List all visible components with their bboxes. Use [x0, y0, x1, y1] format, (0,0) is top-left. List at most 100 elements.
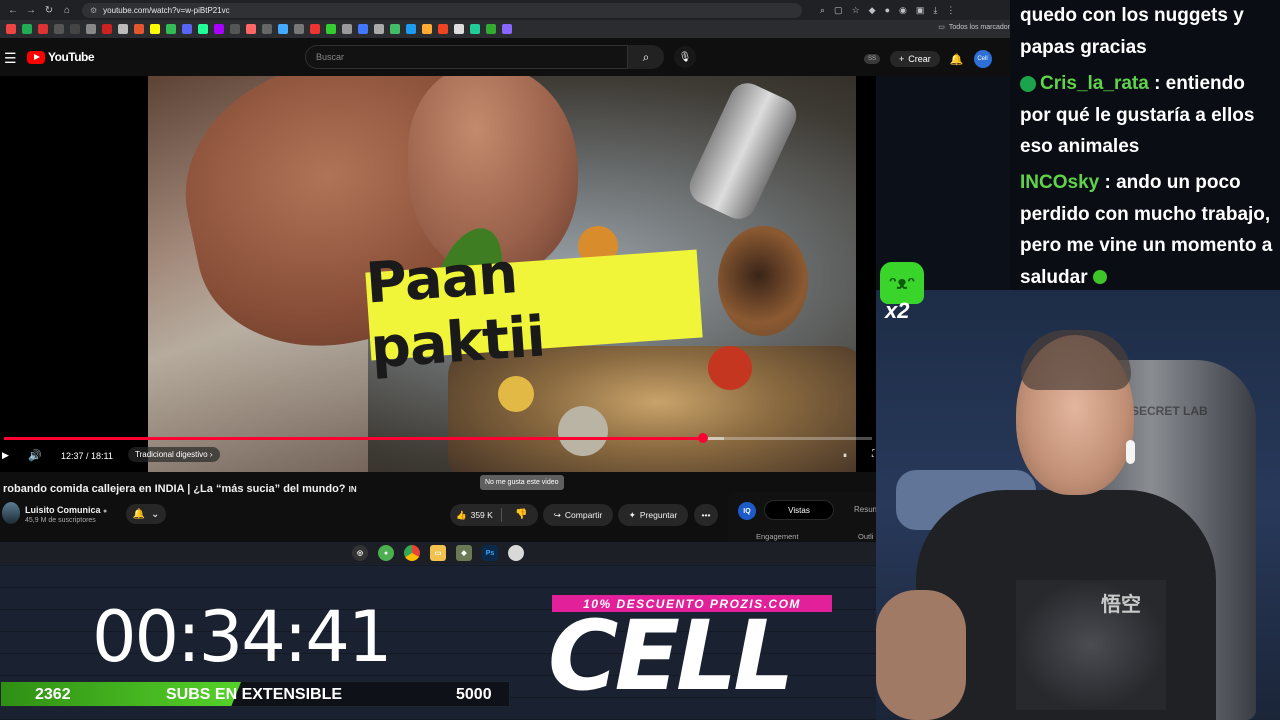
- engagement-label: Engagement: [756, 532, 799, 541]
- bookmark-icon[interactable]: [54, 24, 64, 34]
- emote-multiplier: x2: [885, 298, 910, 323]
- app-icon[interactable]: ◎: [352, 545, 368, 561]
- bookmark-icon[interactable]: [38, 24, 48, 34]
- bookmark-icon[interactable]: [486, 24, 496, 34]
- bookmark-icon[interactable]: [358, 24, 368, 34]
- progress-played: [4, 437, 703, 440]
- voice-search-button[interactable]: 🎙: [674, 46, 696, 68]
- youtube-logo[interactable]: YouTube: [27, 50, 95, 64]
- create-button[interactable]: + Crear: [890, 51, 940, 67]
- screenshot-icon[interactable]: ▢: [834, 5, 843, 16]
- brand-logo: CELL: [548, 600, 794, 712]
- bookmark-icon[interactable]: [342, 24, 352, 34]
- reload-icon[interactable]: ↻: [42, 5, 56, 16]
- menu-icon[interactable]: ⋮: [946, 5, 955, 16]
- chair-brand: SECRET LAB: [1131, 404, 1208, 418]
- more-button[interactable]: •••: [694, 504, 718, 526]
- ask-button[interactable]: ✦ Preguntar: [618, 504, 688, 526]
- sparkle-icon: ✦: [628, 509, 636, 520]
- more-icon: •••: [701, 510, 711, 520]
- video-player[interactable]: Paan paktii ▶ 🔊 12:37 / 18:11 Tradiciona…: [0, 76, 876, 472]
- star-icon[interactable]: ☆: [852, 5, 860, 16]
- bookmark-icon[interactable]: [198, 24, 208, 34]
- home-icon[interactable]: ⌂: [60, 5, 74, 16]
- search-input[interactable]: Buscar: [305, 45, 628, 69]
- time-display: 12:37 / 18:11: [61, 451, 113, 461]
- scene-arm: [876, 590, 966, 720]
- address-bar[interactable]: ⚙ youtube.com/watch?v=w-piBtP21vc: [82, 2, 802, 18]
- autoplay-toggle-icon[interactable]: ⏸: [843, 451, 847, 461]
- dislike-button[interactable]: 👎: [515, 509, 527, 520]
- menu-icon[interactable]: ☰: [4, 50, 17, 67]
- bookmark-icon[interactable]: [6, 24, 16, 34]
- extension-icon[interactable]: ▣: [916, 5, 925, 16]
- folder-icon: ▭: [938, 24, 945, 31]
- channel-subscribers: 45,9 M de suscriptores: [25, 517, 96, 524]
- chapter-button[interactable]: Tradicional digestivo ›: [128, 447, 220, 462]
- bookmark-icon[interactable]: [86, 24, 96, 34]
- subs-goal: 5000: [456, 686, 492, 703]
- ss-badge[interactable]: SS: [864, 54, 881, 64]
- extension-icon[interactable]: ◆: [869, 5, 876, 16]
- extension-icon[interactable]: ◉: [899, 5, 907, 16]
- site-info-icon[interactable]: ⚙: [90, 6, 97, 15]
- user-badge-icon: [1020, 75, 1036, 92]
- bookmark-icon[interactable]: [502, 24, 512, 34]
- bookmark-icon[interactable]: [182, 24, 192, 34]
- app-icon[interactable]: ◆: [456, 545, 472, 561]
- bookmark-icon[interactable]: [166, 24, 176, 34]
- folder-icon[interactable]: ▭: [430, 545, 446, 561]
- bookmark-icon[interactable]: [278, 24, 288, 34]
- bookmark-icon[interactable]: [470, 24, 480, 34]
- avatar[interactable]: Cell: [973, 50, 992, 68]
- channel-name[interactable]: Luisito Comunica ●: [25, 505, 107, 515]
- back-icon[interactable]: ←: [6, 5, 20, 16]
- chat-username: Cris_la_rata: [1040, 73, 1149, 94]
- progress-bar[interactable]: [4, 433, 872, 443]
- header-actions: SS + Crear 🔔 Cell: [864, 50, 992, 68]
- share-button[interactable]: ↪ Compartir: [543, 504, 613, 526]
- bookmark-icon[interactable]: [438, 24, 448, 34]
- download-icon[interactable]: ⤓: [933, 5, 937, 16]
- bookmark-icon[interactable]: [406, 24, 416, 34]
- app-icon[interactable]: [508, 545, 524, 561]
- volume-icon[interactable]: 🔊: [28, 449, 42, 462]
- all-bookmarks[interactable]: ▭ Todos los marcador: [938, 23, 1010, 32]
- channel-avatar[interactable]: [2, 502, 20, 524]
- thumbs-up-icon: 👍: [456, 509, 467, 520]
- bookmark-icon[interactable]: [374, 24, 384, 34]
- player-controls: ▶ 🔊 12:37 / 18:11 Tradicional digestivo …: [0, 446, 876, 466]
- bookmark-icon[interactable]: [326, 24, 336, 34]
- video-title: robando comida callejera en INDIA | ¿La …: [3, 483, 357, 495]
- extension-icon[interactable]: ●: [885, 5, 890, 16]
- subscription-bell-button[interactable]: 🔔 ⌄: [126, 504, 166, 524]
- play-icon[interactable]: ▶: [2, 450, 9, 461]
- verified-icon: ●: [103, 508, 108, 515]
- zoom-icon[interactable]: ⌕: [820, 5, 825, 16]
- bookmark-icon[interactable]: [454, 24, 464, 34]
- scene-bottle: [708, 346, 752, 390]
- bookmark-icon[interactable]: [390, 24, 400, 34]
- bookmark-icon[interactable]: [118, 24, 128, 34]
- bookmark-icon[interactable]: [70, 24, 80, 34]
- bookmark-icon[interactable]: [262, 24, 272, 34]
- app-icon[interactable]: ●: [378, 545, 394, 561]
- bookmark-icon[interactable]: [246, 24, 256, 34]
- photoshop-icon[interactable]: Ps: [482, 545, 498, 561]
- progress-scrubber[interactable]: [697, 433, 708, 443]
- tab-vistas[interactable]: Vistas: [764, 500, 834, 520]
- bookmark-icon[interactable]: [134, 24, 144, 34]
- smile-emote-icon: [1092, 270, 1107, 285]
- bookmark-icon[interactable]: [230, 24, 240, 34]
- notifications-icon[interactable]: 🔔: [950, 53, 964, 66]
- search-button[interactable]: ⌕: [628, 45, 664, 69]
- bookmark-icon[interactable]: [214, 24, 224, 34]
- bookmark-icon[interactable]: [150, 24, 160, 34]
- bookmark-icon[interactable]: [294, 24, 304, 34]
- chrome-icon[interactable]: [404, 545, 420, 561]
- bookmark-icon[interactable]: [422, 24, 432, 34]
- bookmark-icon[interactable]: [22, 24, 32, 34]
- forward-icon[interactable]: →: [24, 5, 38, 16]
- bookmark-icon[interactable]: [310, 24, 320, 34]
- bookmark-icon[interactable]: [102, 24, 112, 34]
